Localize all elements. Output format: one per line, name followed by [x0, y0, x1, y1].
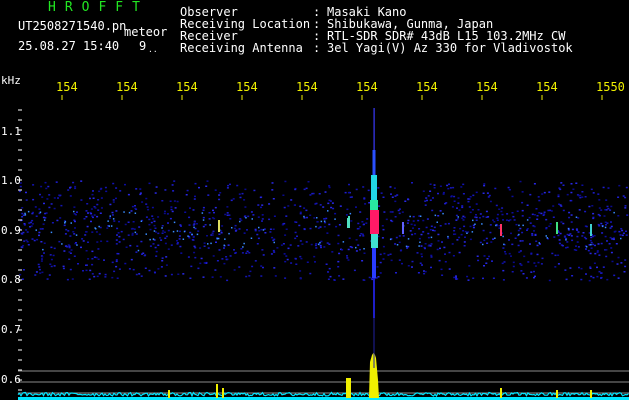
axis-ticks	[18, 95, 603, 391]
datetime-label: 25.08.27 15:40	[18, 39, 120, 53]
freq-tick-label: 1.0	[1, 174, 21, 187]
time-tick-label: 154	[236, 80, 258, 94]
freq-tick-label: 0.8	[1, 273, 21, 286]
time-tick-label: 154	[176, 80, 198, 94]
time-tick-label: 1550	[596, 80, 625, 94]
reference-lines	[18, 370, 629, 394]
time-tick-label: 154	[356, 80, 378, 94]
noise-band	[18, 180, 629, 282]
filename-label: UT2508271540.pn	[18, 19, 127, 33]
spectrogram-canvas	[17, 95, 629, 400]
meteor-echo-signal	[347, 108, 379, 368]
freq-tick-label: 1.1	[1, 125, 21, 138]
time-tick-label: 154	[536, 80, 558, 94]
app-title: HROFFT	[48, 0, 149, 15]
antenna-label: Receiving Antenna	[180, 41, 303, 55]
time-tick-label: 154	[416, 80, 438, 94]
antenna-value: 3el Yagi(V) Az 330 for Vladivostok	[327, 41, 573, 55]
time-tick-label: 154	[476, 80, 498, 94]
khz-unit-label: kHz	[1, 74, 21, 87]
time-tick-label: 154	[296, 80, 318, 94]
mode-label: meteor	[124, 25, 168, 39]
antenna-sep: :	[313, 41, 321, 55]
freq-tick-label: 0.9	[1, 224, 21, 237]
freq-tick-label: 0.7	[1, 323, 21, 336]
time-tick-label: 154	[56, 80, 78, 94]
count-label: 9	[139, 39, 147, 53]
freq-tick-label: 0.6	[1, 373, 21, 386]
time-tick-label: 154	[116, 80, 138, 94]
count-suffix: ..	[148, 45, 158, 54]
